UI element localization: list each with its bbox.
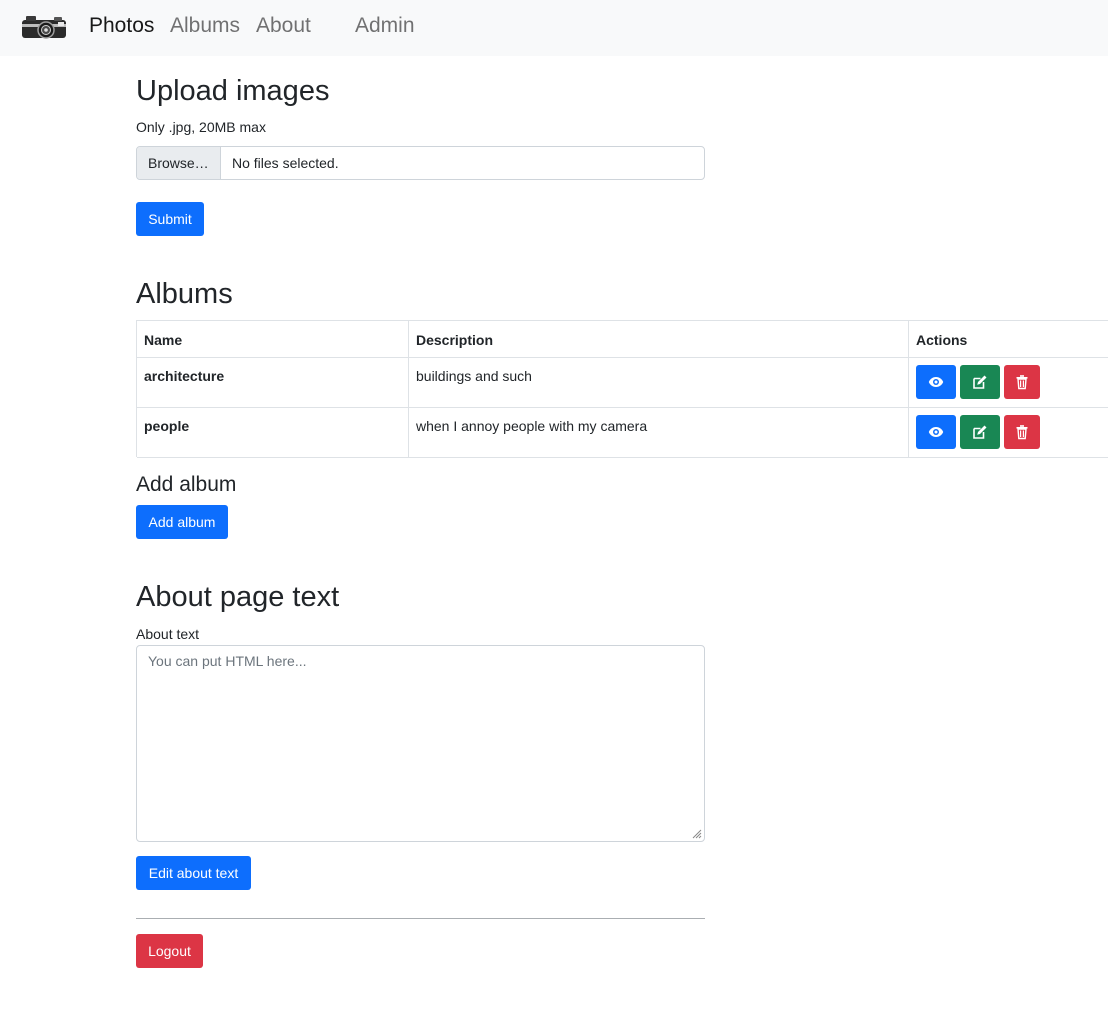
divider — [136, 918, 705, 919]
edit-icon — [973, 425, 987, 439]
about-section-title: About page text — [136, 581, 340, 613]
album-description: buildings and such — [409, 358, 909, 407]
add-album-title: Add album — [136, 473, 237, 496]
edit-about-button[interactable]: Edit about text — [136, 856, 251, 890]
albums-table: Name Description Actions architecture bu… — [136, 320, 1108, 458]
delete-album-button[interactable] — [1004, 415, 1040, 449]
eye-icon — [928, 427, 944, 437]
nav-admin-link[interactable]: Admin — [355, 12, 415, 40]
album-name: architecture — [137, 358, 409, 407]
column-header-actions: Actions — [916, 332, 968, 348]
edit-album-button[interactable] — [960, 365, 1000, 399]
delete-album-button[interactable] — [1004, 365, 1040, 399]
nav-albums-link[interactable]: Albums — [170, 12, 240, 40]
column-header-description: Description — [409, 321, 909, 357]
nav-photos-link[interactable]: Photos — [89, 12, 154, 40]
eye-icon — [928, 377, 944, 387]
browse-button[interactable]: Browse… — [137, 147, 221, 179]
resize-handle-icon[interactable] — [692, 829, 702, 839]
album-actions — [909, 408, 1108, 457]
camera-logo-icon[interactable] — [20, 12, 68, 42]
upload-hint: Only .jpg, 20MB max — [136, 119, 266, 135]
add-album-button[interactable]: Add album — [136, 505, 228, 539]
table-row: people when I annoy people with my camer… — [137, 408, 1108, 458]
edit-icon — [973, 375, 987, 389]
album-description: when I annoy people with my camera — [409, 408, 909, 457]
file-input[interactable]: Browse… No files selected. — [136, 146, 705, 180]
view-album-button[interactable] — [916, 365, 956, 399]
edit-album-button[interactable] — [960, 415, 1000, 449]
about-text-input[interactable] — [136, 645, 705, 842]
view-album-button[interactable] — [916, 415, 956, 449]
trash-icon — [1016, 375, 1028, 390]
logout-button[interactable]: Logout — [136, 934, 203, 968]
file-status-text: No files selected. — [232, 155, 339, 171]
about-text-label: About text — [136, 626, 200, 642]
albums-title: Albums — [136, 278, 233, 310]
table-row: architecture buildings and such — [137, 358, 1108, 408]
album-actions — [909, 358, 1108, 407]
column-header-name: Name — [137, 321, 409, 357]
navbar: Photos Albums About Admin — [0, 0, 1108, 56]
trash-icon — [1016, 425, 1028, 440]
submit-button[interactable]: Submit — [136, 202, 204, 236]
table-header-row: Name Description Actions — [137, 321, 1108, 358]
album-name: people — [137, 408, 409, 457]
upload-title: Upload images — [136, 75, 330, 107]
nav-about-link[interactable]: About — [256, 12, 311, 40]
